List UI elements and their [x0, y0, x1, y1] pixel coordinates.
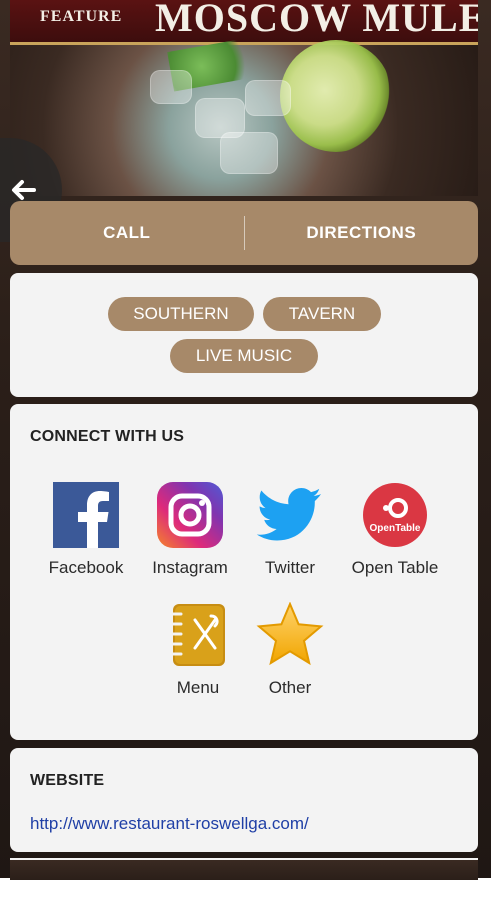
website-card: WEBSITE http://www.restaurant-roswellga.… [10, 748, 478, 852]
hero-feature-label: FEATURE [40, 8, 123, 25]
hero-title: MOSCOW MULE [155, 0, 478, 40]
instagram-icon [155, 480, 225, 550]
tag-southern[interactable]: SOUTHERN [108, 297, 254, 331]
tag-tavern[interactable]: TAVERN [263, 297, 381, 331]
directions-button[interactable]: DIRECTIONS [245, 201, 479, 265]
other-label: Other [268, 678, 312, 697]
twitter-link[interactable]: Twitter [238, 480, 342, 600]
twitter-label: Twitter [264, 558, 316, 577]
opentable-logo-text: OpenTable [370, 523, 421, 534]
action-bar: CALL DIRECTIONS [10, 201, 478, 265]
facebook-link[interactable]: Facebook [34, 480, 138, 600]
bottom-strip [10, 858, 478, 880]
facebook-icon [51, 480, 121, 550]
instagram-label: Instagram [152, 558, 228, 577]
website-title: WEBSITE [30, 772, 105, 789]
ice-cube [245, 80, 291, 116]
call-button[interactable]: CALL [10, 201, 244, 265]
ice-cube [220, 132, 278, 174]
hero-image: FEATURE MOSCOW MULE [10, 0, 478, 196]
opentable-link[interactable]: OpenTable Open Table [343, 480, 447, 600]
star-icon [255, 600, 325, 670]
connect-title: CONNECT WITH US [30, 428, 185, 445]
ice-cube [150, 70, 192, 104]
connect-card: CONNECT WITH US Facebook Instagram Twitt… [10, 404, 478, 740]
other-link[interactable]: Other [238, 600, 342, 720]
menu-icon [163, 600, 233, 670]
back-arrow-icon [12, 180, 36, 200]
tags-card: SOUTHERN TAVERN LIVE MUSIC [10, 273, 478, 397]
tag-live-music[interactable]: LIVE MUSIC [170, 339, 318, 373]
opentable-icon: OpenTable [360, 480, 430, 550]
instagram-link[interactable]: Instagram [138, 480, 242, 600]
facebook-label: Facebook [48, 558, 124, 577]
opentable-label: Open Table [351, 558, 439, 577]
website-link[interactable]: http://www.restaurant-roswellga.com/ [30, 814, 309, 834]
menu-label: Menu [176, 678, 220, 697]
lime-garnish [280, 40, 392, 152]
menu-link[interactable]: Menu [146, 600, 250, 720]
twitter-icon [255, 480, 325, 550]
